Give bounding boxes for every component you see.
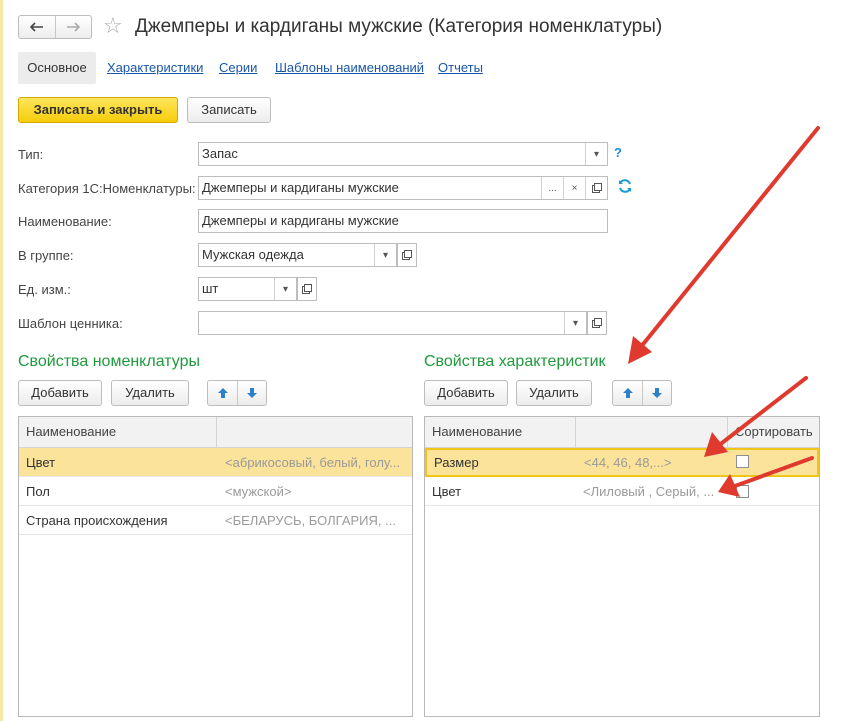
name-field[interactable]: Джемперы и кардиганы мужские [198,209,608,233]
table-row[interactable]: Страна происхождения <БЕЛАРУСЬ, БОЛГАРИЯ… [19,506,412,535]
arrow-down-icon [652,388,662,398]
open-icon[interactable] [587,311,607,335]
tab-reports[interactable]: Отчеты [438,52,483,84]
save-and-close-button[interactable]: Записать и закрыть [18,97,178,123]
group-value[interactable]: Мужская одежда [199,244,374,266]
annotation-arrowhead [628,336,652,364]
column-header-values[interactable] [576,417,728,447]
row-name: Страна происхождения [26,513,168,528]
type-value[interactable]: Запас [199,143,585,165]
price-tag-template-value[interactable] [199,312,564,334]
arrow-up-icon [622,388,633,398]
chevron-down-icon[interactable]: ▾ [274,278,296,300]
history-nav [18,15,92,39]
item-properties-delete-button[interactable]: Удалить [111,380,189,406]
row-name: Цвет [432,484,462,499]
item-properties-move-buttons [207,380,267,406]
arrow-down-icon [247,388,257,398]
open-icon[interactable] [397,243,417,267]
row-name: Пол [26,484,50,499]
window-left-border [0,0,3,721]
open-icon[interactable] [297,277,317,301]
group-label: В группе: [18,248,74,263]
sort-checkbox[interactable] [736,485,749,498]
item-properties-add-button[interactable]: Добавить [18,380,102,406]
price-tag-template-field[interactable]: ▾ [198,311,587,335]
item-properties-title: Свойства номенклатуры [18,353,200,370]
row-values: <абрикосовый, белый, голу... [225,455,400,470]
page-title: Джемперы и кардиганы мужские (Категория … [135,16,663,37]
category-label: Категория 1С:Номенклатуры: [18,181,196,196]
price-tag-template-label: Шаблон ценника: [18,316,123,331]
type-field[interactable]: Запас ▾ [198,142,608,166]
table-header: Наименование Сортировать [425,417,819,448]
row-values: <БЕЛАРУСЬ, БОЛГАРИЯ, ... [225,513,396,528]
move-up-button[interactable] [613,381,642,405]
clear-icon[interactable]: × [563,177,585,199]
tab-series[interactable]: Серии [219,52,257,84]
characteristic-properties-title: Свойства характеристик [424,353,606,370]
tab-name-templates[interactable]: Шаблоны наименований [275,52,424,84]
move-down-button[interactable] [237,381,266,405]
column-header-values[interactable] [217,417,412,447]
group-field[interactable]: Мужская одежда ▾ [198,243,397,267]
back-button[interactable] [19,16,55,38]
column-header-name[interactable]: Наименование [19,417,217,447]
item-properties-table[interactable]: Наименование Цвет <абрикосовый, белый, г… [18,416,413,717]
table-header: Наименование [19,417,412,448]
forward-button[interactable] [54,16,92,38]
annotation-arrow [638,126,820,350]
unit-value[interactable]: шт [199,278,274,300]
help-icon[interactable]: ? [614,145,622,160]
move-up-button[interactable] [208,381,237,405]
category-value[interactable]: Джемперы и кардиганы мужские [199,177,541,199]
open-icon[interactable] [585,177,607,199]
chevron-down-icon[interactable]: ▾ [374,244,396,266]
characteristic-properties-table[interactable]: Наименование Сортировать Размер <44, 46,… [424,416,820,717]
table-row[interactable]: Размер <44, 46, 48,...> [425,448,819,477]
table-row[interactable]: Цвет <абрикосовый, белый, голу... [19,448,412,477]
table-row[interactable]: Пол <мужской> [19,477,412,506]
row-name: Цвет [26,455,56,470]
row-values: <мужской> [225,484,292,499]
move-down-button[interactable] [642,381,671,405]
column-header-name[interactable]: Наименование [425,417,576,447]
arrow-up-icon [217,388,228,398]
category-field[interactable]: Джемперы и кардиганы мужские ... × [198,176,608,200]
chevron-down-icon[interactable]: ▾ [564,312,586,334]
chevron-down-icon[interactable]: ▾ [585,143,607,165]
star-icon[interactable]: ☆ [103,13,123,39]
table-row[interactable]: Цвет <Лиловый , Серый, ... [425,477,819,506]
type-label: Тип: [18,147,44,162]
arrow-right-icon [67,22,81,32]
unit-label: Ед. изм.: [18,282,71,297]
row-name: Размер [434,455,479,470]
arrow-left-icon [29,22,43,32]
unit-field[interactable]: шт ▾ [198,277,297,301]
characteristic-properties-delete-button[interactable]: Удалить [516,380,592,406]
refresh-icon[interactable] [617,178,633,197]
save-button[interactable]: Записать [187,97,271,123]
row-values: <Лиловый , Серый, ... [583,484,715,499]
name-value[interactable]: Джемперы и кардиганы мужские [199,210,607,232]
tab-characteristics[interactable]: Характеристики [107,52,203,84]
sort-checkbox[interactable] [736,455,749,468]
characteristic-properties-add-button[interactable]: Добавить [424,380,508,406]
row-values: <44, 46, 48,...> [584,455,672,470]
characteristic-properties-move-buttons [612,380,672,406]
name-label: Наименование: [18,214,112,229]
select-button[interactable]: ... [541,177,563,199]
tab-main[interactable]: Основное [18,52,96,84]
column-header-sort[interactable]: Сортировать [728,417,819,447]
